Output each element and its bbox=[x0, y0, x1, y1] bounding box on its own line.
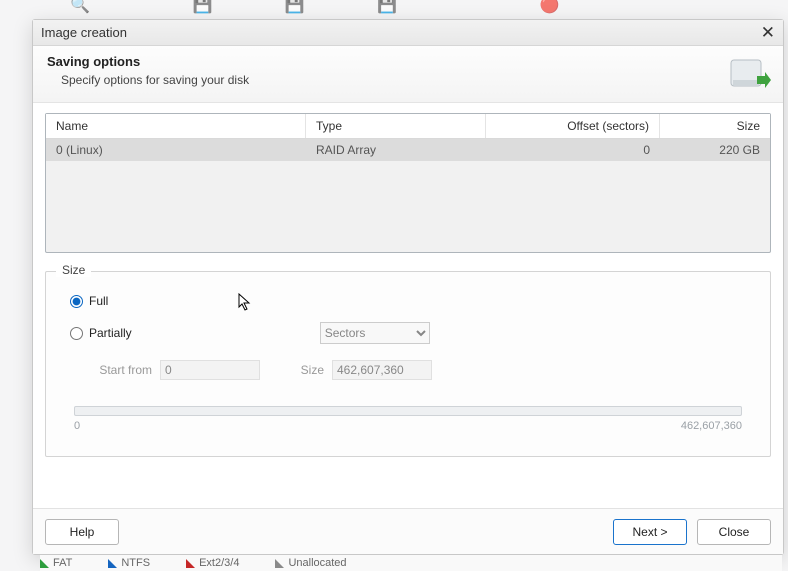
toolbar-icon-drive-grey: 💾 bbox=[377, 0, 405, 17]
dialog-titlebar: Image creation ✕ bbox=[33, 20, 783, 46]
close-icon[interactable]: ✕ bbox=[761, 24, 775, 41]
cell-size: 220 GB bbox=[660, 139, 770, 161]
fat-icon bbox=[40, 559, 49, 568]
radio-full-label: Full bbox=[89, 294, 108, 308]
cell-type: RAID Array bbox=[306, 139, 486, 161]
toolbar-icon-drive-red1: 💾 bbox=[192, 0, 220, 17]
unit-select[interactable]: Sectors bbox=[320, 322, 430, 344]
col-header-size[interactable]: Size bbox=[660, 114, 770, 138]
unalloc-icon bbox=[275, 559, 284, 568]
cell-offset: 0 bbox=[486, 139, 660, 161]
start-from-label: Start from bbox=[94, 363, 152, 377]
radio-full[interactable]: Full bbox=[70, 294, 752, 308]
legend-ext: Ext2/3/4 bbox=[199, 557, 239, 569]
header-subtitle: Specify options for saving your disk bbox=[61, 73, 727, 87]
radio-full-input[interactable] bbox=[70, 295, 83, 308]
help-button[interactable]: Help bbox=[45, 519, 119, 545]
col-header-offset[interactable]: Offset (sectors) bbox=[486, 114, 660, 138]
toolbar-icon-blob: 🔴 bbox=[540, 0, 568, 17]
ntfs-icon bbox=[108, 559, 117, 568]
size-group: Size Full Partially Sectors Start from S… bbox=[45, 271, 771, 457]
col-header-name[interactable]: Name bbox=[46, 114, 306, 138]
size-slider[interactable]: 0 462,607,360 bbox=[74, 406, 742, 432]
dialog-header: Saving options Specify options for savin… bbox=[33, 46, 783, 103]
legend-ntfs: NTFS bbox=[121, 557, 150, 569]
toolbar-icon-magnifier: 🔍 bbox=[70, 0, 98, 17]
radio-partially-input[interactable] bbox=[70, 327, 83, 340]
toolbar-icon-drive-red2: 💾 bbox=[285, 0, 313, 17]
radio-partially-label: Partially bbox=[89, 326, 132, 340]
cell-name: 0 (Linux) bbox=[46, 139, 306, 161]
dialog-footer: Help Next > Close bbox=[33, 508, 783, 554]
filesystem-legend: FAT NTFS Ext2/3/4 Unallocated bbox=[40, 555, 782, 571]
next-button[interactable]: Next > bbox=[613, 519, 687, 545]
size-input[interactable] bbox=[332, 360, 432, 380]
header-title: Saving options bbox=[47, 54, 727, 69]
legend-unalloc: Unallocated bbox=[288, 557, 346, 569]
slider-max: 462,607,360 bbox=[681, 420, 742, 432]
col-header-type[interactable]: Type bbox=[306, 114, 486, 138]
ext-icon bbox=[186, 559, 195, 568]
drive-save-icon bbox=[727, 54, 769, 92]
size-label: Size bbox=[296, 363, 324, 377]
radio-partially[interactable]: Partially bbox=[70, 326, 132, 340]
disk-table: Name Type Offset (sectors) Size 0 (Linux… bbox=[45, 113, 771, 253]
close-button[interactable]: Close bbox=[697, 519, 771, 545]
legend-fat: FAT bbox=[53, 557, 72, 569]
size-legend: Size bbox=[56, 263, 91, 277]
dialog-title: Image creation bbox=[41, 25, 127, 40]
table-row[interactable]: 0 (Linux) RAID Array 0 220 GB bbox=[46, 139, 770, 161]
start-from-input[interactable] bbox=[160, 360, 260, 380]
slider-min: 0 bbox=[74, 420, 80, 432]
image-creation-dialog: Image creation ✕ Saving options Specify … bbox=[32, 19, 784, 555]
